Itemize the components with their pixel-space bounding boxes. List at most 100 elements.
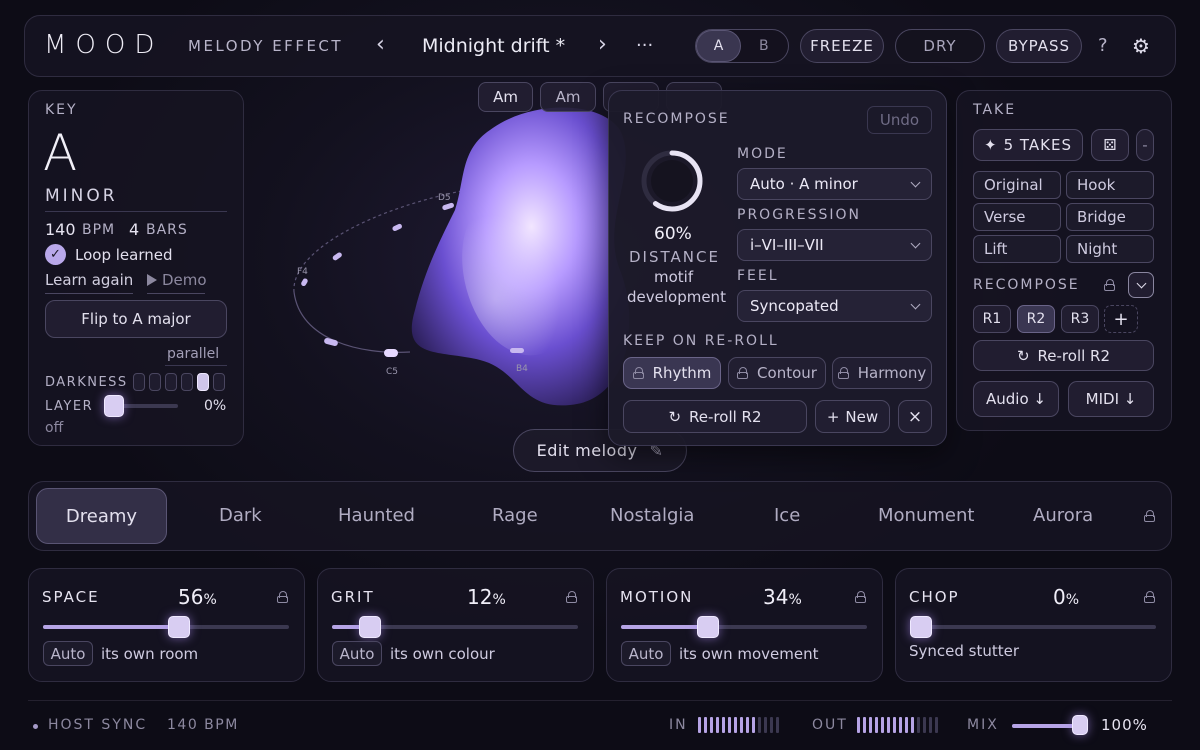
- undo-button[interactable]: Undo: [867, 106, 932, 134]
- chevron-down-icon: [1136, 278, 1146, 288]
- prev-preset-button[interactable]: ‹: [376, 32, 385, 57]
- learn-again-link[interactable]: Learn again: [45, 271, 133, 289]
- macro-grit-slider[interactable]: [332, 616, 578, 638]
- meter-bar: [929, 717, 932, 733]
- host-sync-label[interactable]: HOST SYNC: [48, 717, 147, 733]
- progression-dropdown[interactable]: i–VI–III–VII: [737, 229, 932, 261]
- mood-dreamy[interactable]: Dreamy: [36, 488, 167, 544]
- help-button[interactable]: ?: [1098, 35, 1108, 56]
- feel-value: Syncopated: [750, 297, 839, 315]
- feel-label: FEEL: [737, 268, 779, 284]
- layer-slider-thumb[interactable]: [104, 395, 124, 417]
- plus-icon: +: [826, 407, 840, 426]
- take-verse[interactable]: Verse: [973, 203, 1061, 231]
- more-icon[interactable]: ···: [636, 35, 653, 56]
- output-meter: [857, 715, 945, 735]
- lock-icon[interactable]: [1144, 591, 1156, 603]
- meter-bar: [698, 717, 701, 733]
- mood-monument[interactable]: Monument: [878, 505, 974, 526]
- slot-r1[interactable]: R1: [973, 305, 1011, 333]
- mode-dropdown[interactable]: Auto · A minor: [737, 168, 932, 200]
- macro-grit-desc: its own colour: [390, 645, 495, 663]
- progression-label: PROGRESSION: [737, 207, 862, 223]
- popup-reroll-button[interactable]: ↻ Re-roll R2: [623, 400, 807, 433]
- meter-bar: [893, 717, 896, 733]
- lock-icon[interactable]: [1144, 510, 1156, 522]
- darkness-segment[interactable]: [165, 373, 177, 391]
- popup-new-button[interactable]: + New: [815, 400, 890, 433]
- lock-icon[interactable]: [855, 591, 867, 603]
- mood-aurora[interactable]: Aurora: [1033, 505, 1093, 526]
- keep-harmony-toggle[interactable]: Harmony: [832, 357, 932, 389]
- takes-button[interactable]: ✦ 5 TAKES: [973, 129, 1083, 161]
- macro-motion-auto[interactable]: Auto: [621, 641, 671, 666]
- meter-bar: [869, 717, 872, 733]
- dry-button[interactable]: DRY: [895, 29, 985, 63]
- chord-chip-2[interactable]: Am: [540, 82, 596, 112]
- mood-rage[interactable]: Rage: [492, 505, 538, 526]
- take-bridge[interactable]: Bridge: [1066, 203, 1154, 231]
- macro-space-slider[interactable]: [43, 616, 289, 638]
- macro-grit-auto[interactable]: Auto: [332, 641, 382, 666]
- macro-chop-slider[interactable]: [910, 616, 1156, 638]
- bypass-button[interactable]: BYPASS: [996, 29, 1082, 63]
- distance-knob[interactable]: [637, 146, 707, 216]
- macro-motion-desc: its own movement: [679, 645, 819, 663]
- ab-b-button[interactable]: B: [759, 38, 769, 54]
- recompose-expand-button[interactable]: [1128, 272, 1154, 298]
- preset-name[interactable]: Midnight drift *: [422, 35, 565, 57]
- key-note[interactable]: A: [43, 124, 77, 182]
- demo-link[interactable]: Demo: [162, 271, 207, 289]
- macro-motion-slider[interactable]: [621, 616, 867, 638]
- export-audio-button[interactable]: Audio ↓: [973, 381, 1059, 417]
- key-scale[interactable]: MINOR: [45, 186, 118, 206]
- darkness-segment[interactable]: [149, 373, 161, 391]
- take-original[interactable]: Original: [973, 171, 1061, 199]
- flip-major-button[interactable]: Flip to A major: [45, 300, 227, 338]
- darkness-label: DARKNESS: [45, 375, 128, 390]
- darkness-segment[interactable]: [133, 373, 145, 391]
- mood-ice[interactable]: Ice: [774, 505, 800, 526]
- bars-value: 4: [129, 220, 140, 239]
- feel-dropdown[interactable]: Syncopated: [737, 290, 932, 322]
- macro-motion-number: 34: [763, 585, 789, 609]
- darkness-segment[interactable]: [213, 373, 225, 391]
- bars-unit: BARS: [146, 222, 188, 238]
- takes-minus-button[interactable]: -: [1136, 129, 1154, 161]
- darkness-segment[interactable]: [181, 373, 193, 391]
- take-lift[interactable]: Lift: [973, 235, 1061, 263]
- lock-icon[interactable]: [277, 591, 289, 603]
- mood-haunted[interactable]: Haunted: [338, 505, 415, 526]
- close-icon[interactable]: ×: [898, 400, 932, 433]
- slot-r2[interactable]: R2: [1017, 305, 1055, 333]
- keep-contour-toggle[interactable]: Contour: [728, 357, 826, 389]
- next-preset-button[interactable]: ›: [598, 32, 607, 57]
- mix-slider[interactable]: [1012, 715, 1088, 735]
- mood-dark[interactable]: Dark: [219, 505, 262, 526]
- popup-new-label: New: [845, 407, 879, 426]
- dice-icon[interactable]: ⚄: [1091, 129, 1129, 161]
- keep-rhythm-toggle[interactable]: Rhythm: [623, 357, 721, 389]
- add-slot-button[interactable]: +: [1104, 305, 1138, 333]
- keep-harmony-label: Harmony: [857, 364, 927, 382]
- loop-learned-status: Loop learned: [75, 246, 173, 264]
- gear-icon[interactable]: ⚙: [1132, 34, 1150, 58]
- export-midi-button[interactable]: MIDI ↓: [1068, 381, 1154, 417]
- macro-chop-unit: %: [1065, 592, 1080, 608]
- distance-label: DISTANCE: [629, 248, 720, 266]
- chord-chip-1[interactable]: Am: [478, 82, 533, 112]
- take-reroll-button[interactable]: ↻ Re-roll R2: [973, 340, 1154, 371]
- lock-icon[interactable]: [566, 591, 578, 603]
- slot-r3[interactable]: R3: [1061, 305, 1099, 333]
- ab-a-button[interactable]: A: [696, 30, 741, 62]
- take-hook[interactable]: Hook: [1066, 171, 1154, 199]
- macro-space-auto[interactable]: Auto: [43, 641, 93, 666]
- darkness-meter[interactable]: [133, 373, 229, 391]
- take-night[interactable]: Night: [1066, 235, 1154, 263]
- darkness-segment[interactable]: [197, 373, 209, 391]
- mood-nostalgia[interactable]: Nostalgia: [610, 505, 694, 526]
- product-name: MELODY EFFECT: [188, 37, 344, 55]
- lock-icon[interactable]: [1104, 279, 1116, 291]
- freeze-button[interactable]: FREEZE: [800, 29, 884, 63]
- mode-value: Auto · A minor: [750, 175, 858, 193]
